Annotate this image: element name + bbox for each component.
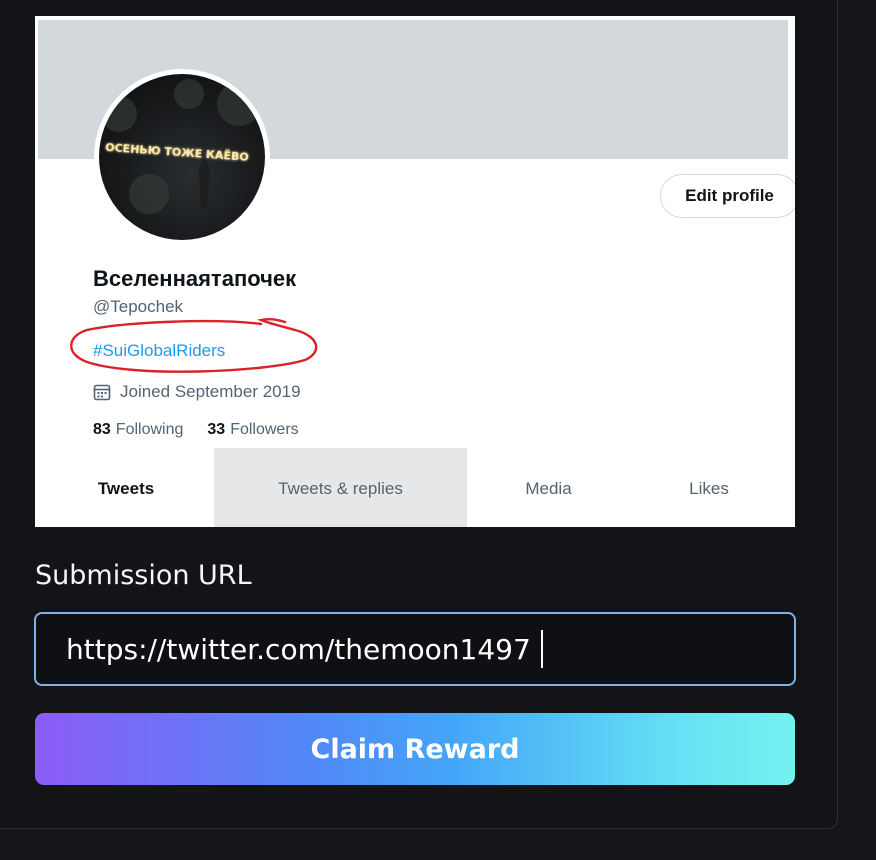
tab-tweets-replies-label: Tweets & replies (278, 479, 403, 498)
followers-link[interactable]: 33 Followers (207, 421, 298, 439)
tab-likes[interactable]: Likes (630, 448, 788, 527)
profile-tabs: Tweets Tweets & replies Media Likes (38, 448, 788, 527)
avatar: ОСЕНЬЮ ТОЖЕ КАЁВО (99, 74, 265, 240)
tab-tweets-label: Tweets (97, 479, 155, 498)
following-link[interactable]: 83 Following (93, 421, 183, 439)
joined-date: Joined September 2019 (93, 382, 301, 402)
follow-stats: 83 Following 33 Followers (93, 421, 323, 439)
following-label: Following (115, 421, 184, 438)
joined-text: Joined September 2019 (120, 382, 301, 401)
text-cursor (541, 630, 543, 668)
profile-screenshot: ОСЕНЬЮ ТОЖЕ КАЁВО Edit profile Вселенная… (35, 16, 795, 527)
calendar-icon (93, 383, 111, 401)
avatar-text: ОСЕНЬЮ ТОЖЕ КАЁВО (105, 140, 249, 164)
submission-url-input[interactable] (34, 612, 796, 686)
submission-url-label: Submission URL (35, 560, 252, 591)
tab-media-label: Media (525, 479, 572, 498)
followers-count: 33 (207, 421, 226, 438)
tab-likes-label: Likes (689, 479, 729, 498)
tab-tweets[interactable]: Tweets (38, 448, 214, 527)
tab-media[interactable]: Media (467, 448, 630, 527)
edit-profile-button[interactable]: Edit profile (660, 174, 795, 218)
followers-label: Followers (230, 421, 299, 438)
display-name: Вселеннаятапочек (93, 266, 297, 291)
claim-reward-button[interactable]: Claim Reward (35, 713, 795, 785)
tab-tweets-replies[interactable]: Tweets & replies (214, 448, 467, 527)
hashtag-link[interactable]: #SuiGlobalRiders (93, 341, 225, 361)
profile-handle: @Tepochek (93, 297, 184, 316)
following-count: 83 (93, 421, 111, 438)
